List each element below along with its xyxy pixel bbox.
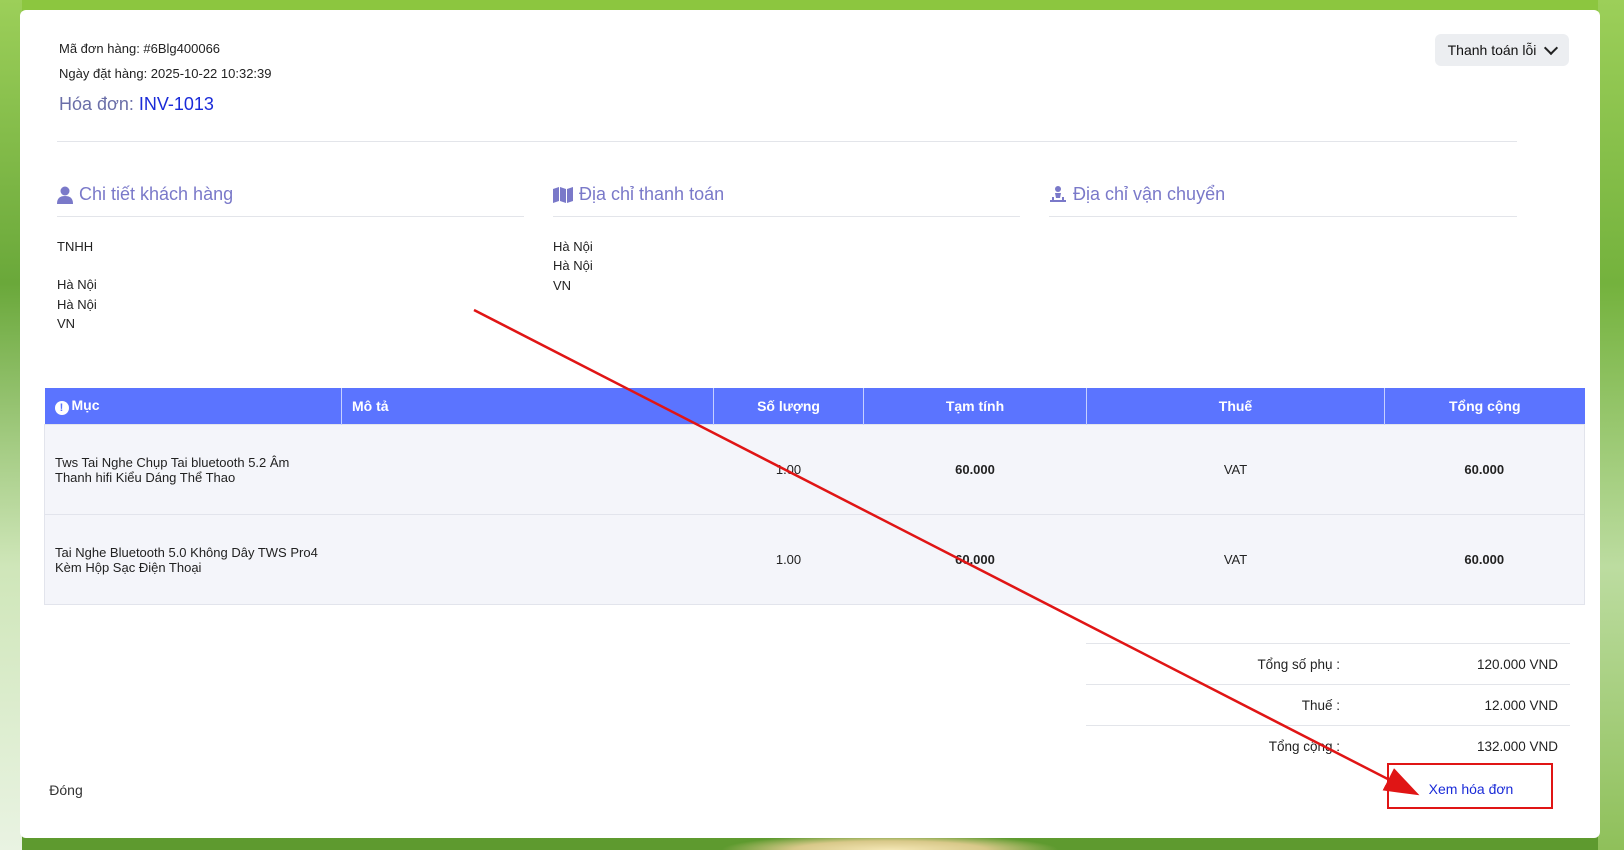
user-icon <box>57 186 73 204</box>
payment-status-dropdown[interactable]: Thanh toán lỗi <box>1435 34 1569 66</box>
subtotal-label: Tổng số phụ : <box>1257 656 1340 672</box>
billing-line: Hà Nội <box>553 239 593 254</box>
view-invoice-button[interactable]: Xem hóa đơn <box>1390 768 1552 810</box>
item-subtotal: 60.000 <box>863 424 1087 515</box>
item-description <box>341 514 714 605</box>
order-detail-modal: Mã đơn hàng: #6Blg400066 Ngày đặt hàng: … <box>20 10 1600 838</box>
customer-line: Hà Nội <box>57 277 97 293</box>
order-code: Mã đơn hàng: #6Blg400066 <box>59 41 221 56</box>
total-value: 132.000 VND <box>1476 738 1558 754</box>
col-header-description: Mô tả <box>341 388 714 425</box>
item-subtotal: 60.000 <box>863 514 1087 605</box>
customer-line: VN <box>57 315 76 331</box>
table-row: Tws Tai Nghe Chụp Tai bluetooth 5.2 Âm Th… <box>44 424 1585 515</box>
billing-line: Hà Nội <box>553 258 593 274</box>
invoice-heading: Hóa đơn: INV-1013 <box>59 94 214 115</box>
billing-divider <box>553 216 1020 217</box>
invoice-prefix: Hóa đơn: <box>59 94 139 114</box>
tax-label: Thuế : <box>1301 697 1340 713</box>
header-divider <box>57 141 1517 142</box>
tax-value: 12.000 VND <box>1484 697 1558 713</box>
item-description <box>341 424 714 515</box>
chevron-down-icon <box>1544 40 1559 55</box>
info-icon: ! <box>54 401 69 415</box>
table-row: Tai Nghe Bluetooth 5.0 Không Dây TWS Pro… <box>44 514 1585 605</box>
col-header-tax: Thuế <box>1086 388 1385 425</box>
col-header-subtotal: Tạm tính <box>863 388 1087 425</box>
col-header-total: Tổng cộng <box>1384 388 1585 425</box>
close-button[interactable]: Đóng <box>34 775 98 805</box>
item-quantity: 1.00 <box>713 514 864 605</box>
customer-line-blank <box>57 256 97 275</box>
totals-subtotal-row: Tổng số phụ : 120.000 VND <box>1086 643 1570 684</box>
order-items-table: ! Mục Mô tả Số lượng Tạm tính Thuế Tổng c… <box>44 388 1585 605</box>
shipping-title-text: Địa chỉ vận chuyển <box>1073 184 1226 204</box>
background-left <box>0 0 22 850</box>
item-total: 60.000 <box>1384 514 1585 605</box>
customer-divider <box>57 216 524 217</box>
order-date: Ngày đặt hàng: 2025-10-22 10:32:39 <box>59 66 272 81</box>
customer-line: Hà Nội <box>57 296 97 312</box>
billing-section-title: Địa chỉ thanh toán <box>553 184 724 205</box>
billing-address: Hà Nội Hà Nội VN <box>553 237 593 295</box>
customer-address: TNHH Hà Nội Hà Nội VN <box>57 237 97 333</box>
item-name: Tws Tai Nghe Chụp Tai bluetooth 5.2 Âm Th… <box>44 424 342 515</box>
totals-tax-row: Thuế : 12.000 VND <box>1086 684 1570 725</box>
payment-status-label: Thanh toán lỗi <box>1447 42 1537 58</box>
shipping-section-title: Địa chỉ vận chuyển <box>1049 184 1225 205</box>
col-header-quantity: Số lượng <box>713 388 864 425</box>
person-dolly-icon <box>1050 185 1066 202</box>
item-tax: VAT <box>1086 424 1385 515</box>
table-header-row: ! Mục Mô tả Số lượng Tạm tính Thuế Tổng c… <box>44 388 1585 425</box>
customer-line: TNHH <box>57 239 94 254</box>
subtotal-value: 120.000 VND <box>1476 656 1558 672</box>
item-name: Tai Nghe Bluetooth 5.0 Không Dây TWS Pro… <box>44 514 342 605</box>
item-total: 60.000 <box>1384 424 1585 515</box>
col-header-item: ! Mục <box>44 388 342 425</box>
invoice-number[interactable]: INV-1013 <box>139 94 214 114</box>
billing-line: VN <box>553 277 572 293</box>
background-right <box>1598 0 1624 850</box>
customer-title-text: Chi tiết khách hàng <box>79 184 234 204</box>
totals-grand-row: Tổng cộng : 132.000 VND <box>1086 725 1570 766</box>
item-quantity: 1.00 <box>713 424 864 515</box>
total-label: Tổng cộng : <box>1268 738 1340 754</box>
item-tax: VAT <box>1086 514 1385 605</box>
customer-section-title: Chi tiết khách hàng <box>57 184 233 205</box>
shipping-divider <box>1049 216 1517 217</box>
map-icon <box>553 186 573 203</box>
order-totals: Tổng số phụ : 120.000 VND Thuế : 12.000 … <box>1086 643 1570 766</box>
billing-title-text: Địa chỉ thanh toán <box>579 184 725 204</box>
